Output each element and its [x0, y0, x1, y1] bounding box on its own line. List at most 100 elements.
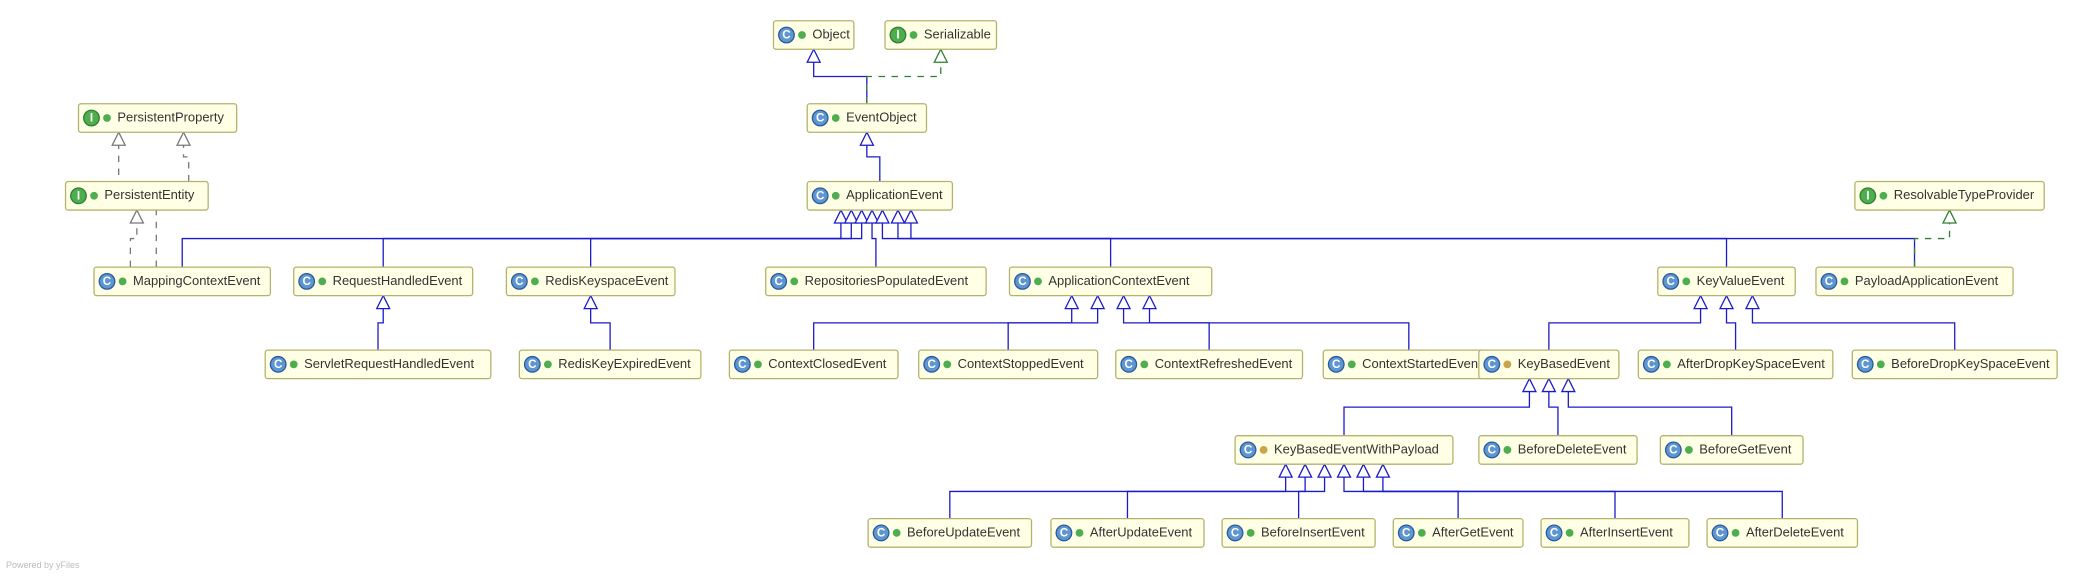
edge: [1344, 477, 1458, 518]
edge: [867, 62, 941, 103]
visibility-icon: [544, 360, 552, 368]
node-BeforeDropKeySpaceEvent[interactable]: CBeforeDropKeySpaceEvent: [1852, 350, 2057, 379]
visibility-icon: [318, 277, 326, 285]
svg-text:C: C: [1488, 443, 1497, 456]
visibility-icon: [90, 192, 98, 200]
visibility-icon: [943, 360, 951, 368]
node-label: ContextRefreshedEvent: [1155, 356, 1293, 371]
edge: [911, 223, 1915, 267]
node-label: AfterDeleteEvent: [1746, 524, 1844, 539]
node-BeforeDeleteEvent[interactable]: CBeforeDeleteEvent: [1479, 436, 1637, 465]
visibility-icon: [1877, 360, 1885, 368]
node-Object[interactable]: C Object: [773, 21, 853, 50]
node-ContextRefreshedEvent[interactable]: CContextRefreshedEvent: [1116, 350, 1303, 379]
edge: [1344, 392, 1529, 436]
visibility-icon: [1732, 529, 1740, 537]
visibility-icon: [1566, 529, 1574, 537]
node-ContextStoppedEvent[interactable]: CContextStoppedEvent: [919, 350, 1098, 379]
edge: [1383, 477, 1782, 518]
node-ContextClosedEvent[interactable]: CContextClosedEvent: [729, 350, 898, 379]
node-ApplicationContextEvent[interactable]: C ApplicationContextEvent: [1009, 267, 1211, 296]
svg-text:C: C: [1488, 358, 1497, 371]
visibility-icon: [1685, 446, 1693, 454]
visibility-icon: [1034, 277, 1042, 285]
svg-text:C: C: [782, 29, 791, 42]
node-label: BeforeDropKeySpaceEvent: [1891, 356, 2050, 371]
edge: [378, 309, 383, 350]
node-RepositoriesPopulatedEvent[interactable]: CRepositoriesPopulatedEvent: [766, 267, 986, 296]
visibility-icon: [1140, 360, 1148, 368]
node-MappingContextEvent[interactable]: C MappingContextEvent: [94, 267, 270, 296]
visibility-icon: [1348, 360, 1356, 368]
node-label: ApplicationContextEvent: [1048, 273, 1190, 288]
node-RedisKeyspaceEvent[interactable]: CRedisKeyspaceEvent: [506, 267, 675, 296]
visibility-icon: [103, 114, 111, 122]
node-label: BeforeInsertEvent: [1261, 524, 1365, 539]
node-KeyBasedEventWithPayload[interactable]: CKeyBasedEventWithPayload: [1235, 436, 1453, 465]
node-ServletRequestHandledEvent[interactable]: CServletRequestHandledEvent: [265, 350, 491, 379]
svg-text:C: C: [1018, 275, 1027, 288]
node-label: MappingContextEvent: [133, 273, 261, 288]
node-EventObject[interactable]: C EventObject: [807, 104, 926, 133]
svg-text:C: C: [515, 275, 524, 288]
node-AfterDropKeySpaceEvent[interactable]: CAfterDropKeySpaceEvent: [1638, 350, 1832, 379]
node-BeforeInsertEvent[interactable]: CBeforeInsertEvent: [1222, 519, 1375, 548]
node-RedisKeyExpiredEvent[interactable]: CRedisKeyExpiredEvent: [519, 350, 701, 379]
node-label: ContextStartedEvent: [1362, 356, 1482, 371]
svg-text:C: C: [816, 111, 825, 124]
node-label: Object: [812, 26, 850, 41]
svg-text:C: C: [1332, 358, 1341, 371]
visibility-icon: [1663, 360, 1671, 368]
svg-text:C: C: [877, 526, 886, 539]
svg-text:C: C: [816, 189, 825, 202]
node-label: BeforeGetEvent: [1699, 441, 1792, 456]
edge: [814, 309, 1072, 350]
visibility-icon: [1503, 360, 1511, 368]
svg-text:C: C: [103, 275, 112, 288]
visibility-icon: [1247, 529, 1255, 537]
node-KeyBasedEvent[interactable]: CKeyBasedEvent: [1479, 350, 1619, 379]
visibility-icon: [119, 277, 127, 285]
node-label: ContextClosedEvent: [768, 356, 886, 371]
node-label: AfterDropKeySpaceEvent: [1677, 356, 1825, 371]
node-label: AfterInsertEvent: [1580, 524, 1673, 539]
node-BeforeUpdateEvent[interactable]: CBeforeUpdateEvent: [868, 519, 1031, 548]
svg-text:C: C: [274, 358, 283, 371]
node-PayloadApplicationEvent[interactable]: CPayloadApplicationEvent: [1816, 267, 2013, 296]
edge: [814, 62, 867, 103]
node-PersistentEntity[interactable]: IPersistentEntity: [66, 182, 209, 211]
node-ResolvableTypeProvider[interactable]: IResolvableTypeProvider: [1855, 182, 2044, 211]
node-KeyValueEvent[interactable]: CKeyValueEvent: [1658, 267, 1795, 296]
edge: [1127, 477, 1305, 518]
node-RequestHandledEvent[interactable]: CRequestHandledEvent: [294, 267, 473, 296]
svg-text:C: C: [302, 275, 311, 288]
node-PersistentProperty[interactable]: IPersistentProperty: [78, 104, 236, 133]
edge: [383, 223, 851, 267]
edge: [1008, 309, 1097, 350]
node-AfterGetEvent[interactable]: CAfterGetEvent: [1393, 519, 1523, 548]
node-ApplicationEvent[interactable]: CApplicationEvent: [807, 182, 952, 211]
svg-text:I: I: [77, 189, 80, 202]
edge: [867, 145, 880, 181]
svg-text:C: C: [1060, 526, 1069, 539]
edge: [872, 223, 876, 267]
edge: [1150, 309, 1409, 350]
edge: [591, 309, 610, 350]
node-ContextStartedEvent[interactable]: C ContextStartedEvent: [1323, 350, 1494, 379]
edge: [1363, 477, 1615, 518]
node-Serializable[interactable]: ISerializable: [885, 21, 997, 50]
node-AfterInsertEvent[interactable]: CAfterInsertEvent: [1541, 519, 1689, 548]
edge: [1549, 392, 1558, 436]
node-label: EventObject: [846, 109, 917, 124]
edge: [1299, 477, 1325, 518]
svg-text:I: I: [896, 29, 899, 42]
visibility-icon: [832, 114, 840, 122]
node-BeforeGetEvent[interactable]: CBeforeGetEvent: [1660, 436, 1803, 465]
visibility-icon: [1503, 446, 1511, 454]
node-AfterDeleteEvent[interactable]: CAfterDeleteEvent: [1707, 519, 1857, 548]
edge: [130, 223, 136, 267]
edge: [1752, 309, 1954, 350]
node-AfterUpdateEvent[interactable]: CAfterUpdateEvent: [1051, 519, 1204, 548]
powered-by-footer: Powered by yFiles: [6, 560, 80, 570]
node-label: PayloadApplicationEvent: [1855, 273, 1999, 288]
